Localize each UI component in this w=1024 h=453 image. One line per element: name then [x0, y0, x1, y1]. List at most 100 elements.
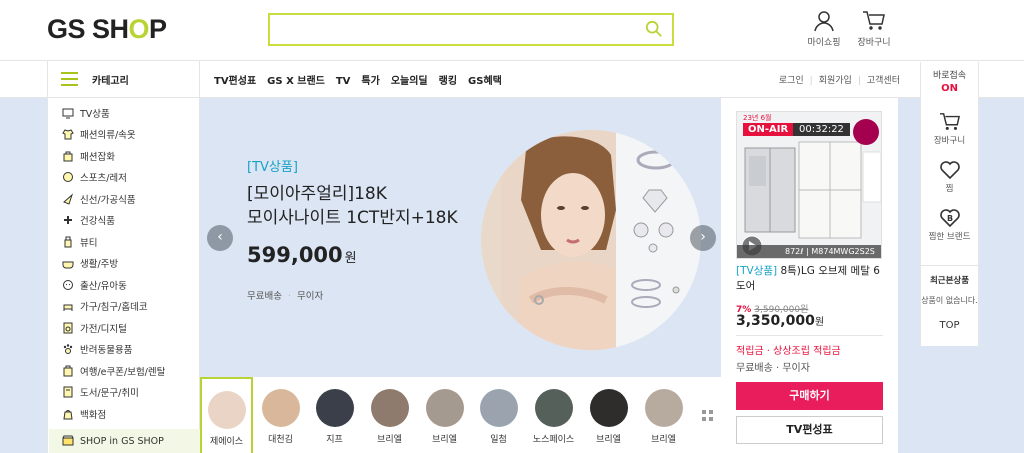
category-item[interactable]: 가구/침구/홈데코: [62, 299, 148, 317]
tv-live-video[interactable]: 23년 6월 ON-AIR 00:32:22 872ℓ | M874MWG2S2…: [736, 111, 882, 259]
category-item[interactable]: 가전/디지털: [62, 321, 127, 339]
tv-schedule-button[interactable]: TV편성표: [736, 416, 883, 444]
appliance-icon: [63, 322, 73, 334]
category-item[interactable]: 생활/주방: [62, 256, 118, 274]
hero-thumbnail-strip: 제에이스 대천김 지프 브리엘 브리엘 일첨 노스페이스 브리엘 브리엘: [200, 377, 721, 453]
category-item[interactable]: 신선/가공식품: [62, 192, 136, 210]
menu-ranking[interactable]: 랭킹: [439, 76, 457, 87]
gs-shop-logo[interactable]: GS SHOP: [47, 14, 167, 45]
cart-icon: [863, 11, 885, 30]
tv-live-panel: 23년 6월 ON-AIR 00:32:22 872ℓ | M874MWG2S2…: [721, 98, 898, 453]
tv-model-caption: 872ℓ | M874MWG2S2S: [737, 245, 881, 258]
user-icon: [814, 11, 834, 32]
thumb-item[interactable]: 브리엘: [418, 377, 471, 453]
pet-icon: [63, 344, 73, 354]
tv-price: 3,350,000원: [736, 313, 825, 329]
category-item[interactable]: 패션잡화: [62, 149, 115, 167]
category-item[interactable]: 출산/유아동: [62, 278, 127, 296]
category-item[interactable]: 백화점: [62, 407, 106, 425]
util-links: 로그인 | 회원가입 | 고객센터: [778, 76, 900, 86]
hamburger-icon: [61, 72, 78, 86]
shop-in-gs-shop-link[interactable]: SHOP in GS SHOP: [49, 429, 200, 453]
food-icon: [63, 193, 74, 205]
category-item[interactable]: 건강식품: [62, 213, 115, 231]
hero-product-image: [481, 130, 701, 350]
svg-text:B: B: [947, 214, 953, 223]
sports-icon: [63, 172, 73, 182]
hero-price: 599,000 원: [247, 243, 357, 267]
category-item[interactable]: 도서/문구/취미: [62, 385, 139, 403]
category-list: TV상품 패션의류/속옷 패션잡화 스포츠/레저 신선/가공식품 건강식품 뷰티…: [47, 98, 200, 453]
divider: [736, 335, 883, 336]
hero-title: [모이아주얼리]18K 모이사나이트 1CT반지+18K: [247, 184, 458, 228]
dept-store-icon: [63, 410, 73, 420]
thumb-item[interactable]: 지프: [308, 377, 361, 453]
category-item[interactable]: TV상품: [62, 106, 110, 124]
on-air-badge: ON-AIR: [743, 123, 794, 136]
join-link[interactable]: 회원가입: [819, 76, 852, 86]
furniture-icon: [63, 304, 73, 311]
top-menu: TV편성표 GS X 브랜드 TV 특가 오늘의딜 랭킹 GS혜택: [214, 72, 513, 87]
thumb-item[interactable]: 브리엘: [637, 377, 690, 453]
tv-badge-year: 23년 6월: [743, 114, 772, 122]
cart-button[interactable]: 장바구니: [849, 10, 899, 48]
category-item[interactable]: 반려동물용품: [62, 342, 132, 360]
hero-banner[interactable]: [TV상품] [모이아주얼리]18K 모이사나이트 1CT반지+18K 599,…: [200, 98, 721, 377]
mypage-button[interactable]: 마이쇼핑: [799, 10, 849, 48]
travel-icon: [63, 365, 73, 377]
bag-icon: [63, 151, 73, 162]
menu-today-deal[interactable]: 오늘의딜: [391, 76, 428, 87]
store-icon: [62, 435, 74, 446]
recent-title: 최근본상품: [929, 276, 970, 286]
baby-icon: [63, 280, 73, 290]
shirt-icon: [62, 129, 74, 140]
menu-gs-benefit[interactable]: GS혜택: [468, 76, 502, 87]
quick-brand-button[interactable]: B 찜한 브랜드: [921, 208, 978, 242]
search-input[interactable]: [268, 13, 674, 46]
tv-reward: 적립금 · 상상조립 적립금: [736, 346, 841, 357]
category-item[interactable]: 패션의류/속옷: [62, 127, 136, 145]
menu-tv-schedule[interactable]: TV편성표: [214, 76, 256, 87]
kitchen-icon: [62, 261, 74, 269]
brand-heart-icon: B: [939, 209, 960, 228]
category-toggle[interactable]: 카테고리: [47, 61, 200, 98]
category-item[interactable]: 여행/e쿠폰/보험/렌탈: [62, 364, 165, 382]
main-nav: 카테고리 TV편성표 GS X 브랜드 TV 특가 오늘의딜 랭킹 GS혜택 로그인 | 회원가…: [0, 60, 1024, 98]
tv-icon: [62, 108, 74, 119]
menu-special[interactable]: 특가: [361, 76, 379, 87]
health-icon: [64, 216, 72, 224]
thumb-item[interactable]: 일첨: [472, 377, 525, 453]
beauty-icon: [64, 236, 72, 248]
thumb-item[interactable]: 제에이스: [200, 377, 253, 453]
recent-empty: 상품이 없습니다.: [921, 296, 978, 305]
hero-prev-button[interactable]: ‹: [207, 225, 233, 251]
tv-shipping: 무료배송 · 무이자: [736, 363, 810, 374]
search-icon[interactable]: [645, 20, 663, 38]
quick-cart-button[interactable]: 장바구니: [921, 112, 978, 146]
thumb-item[interactable]: 대천김: [254, 377, 307, 453]
top-button[interactable]: TOP: [921, 320, 978, 331]
hero-tag: [TV상품]: [247, 160, 298, 175]
grid-view-icon[interactable]: [702, 410, 713, 421]
right-quick-bar: 장바구니 찜 B 찜한 브랜드 최근본상품 상품이 없습니다. TOP: [920, 98, 979, 346]
thumb-item[interactable]: 노스페이스: [527, 377, 580, 453]
menu-tv[interactable]: TV: [336, 76, 351, 87]
category-item[interactable]: 스포츠/레저: [62, 170, 127, 188]
thumb-item[interactable]: 브리엘: [363, 377, 416, 453]
header: GS SHOP 마이쇼핑 장바구니: [0, 0, 1024, 60]
category-item[interactable]: 뷰티: [62, 235, 97, 253]
tv-product-title[interactable]: [TV상품] 8특)LG 오브제 메탈 6도어: [736, 264, 886, 294]
hero-next-button[interactable]: ›: [690, 225, 716, 251]
cart-icon: [939, 113, 960, 130]
quick-wish-button[interactable]: 찜: [921, 160, 978, 194]
cs-link[interactable]: 고객센터: [867, 76, 900, 86]
heart-icon: [939, 161, 960, 180]
book-icon: [63, 386, 73, 398]
live-timer: 00:32:22: [793, 123, 850, 136]
buy-button[interactable]: 구매하기: [736, 382, 883, 410]
menu-gsx-brand[interactable]: GS X 브랜드: [267, 76, 325, 87]
quick-access-toggle[interactable]: 바로접속 ON: [920, 62, 979, 98]
hero-shipping: 무료배송 · 무이자: [247, 291, 324, 302]
thumb-item[interactable]: 브리엘: [582, 377, 635, 453]
login-link[interactable]: 로그인: [779, 76, 804, 86]
